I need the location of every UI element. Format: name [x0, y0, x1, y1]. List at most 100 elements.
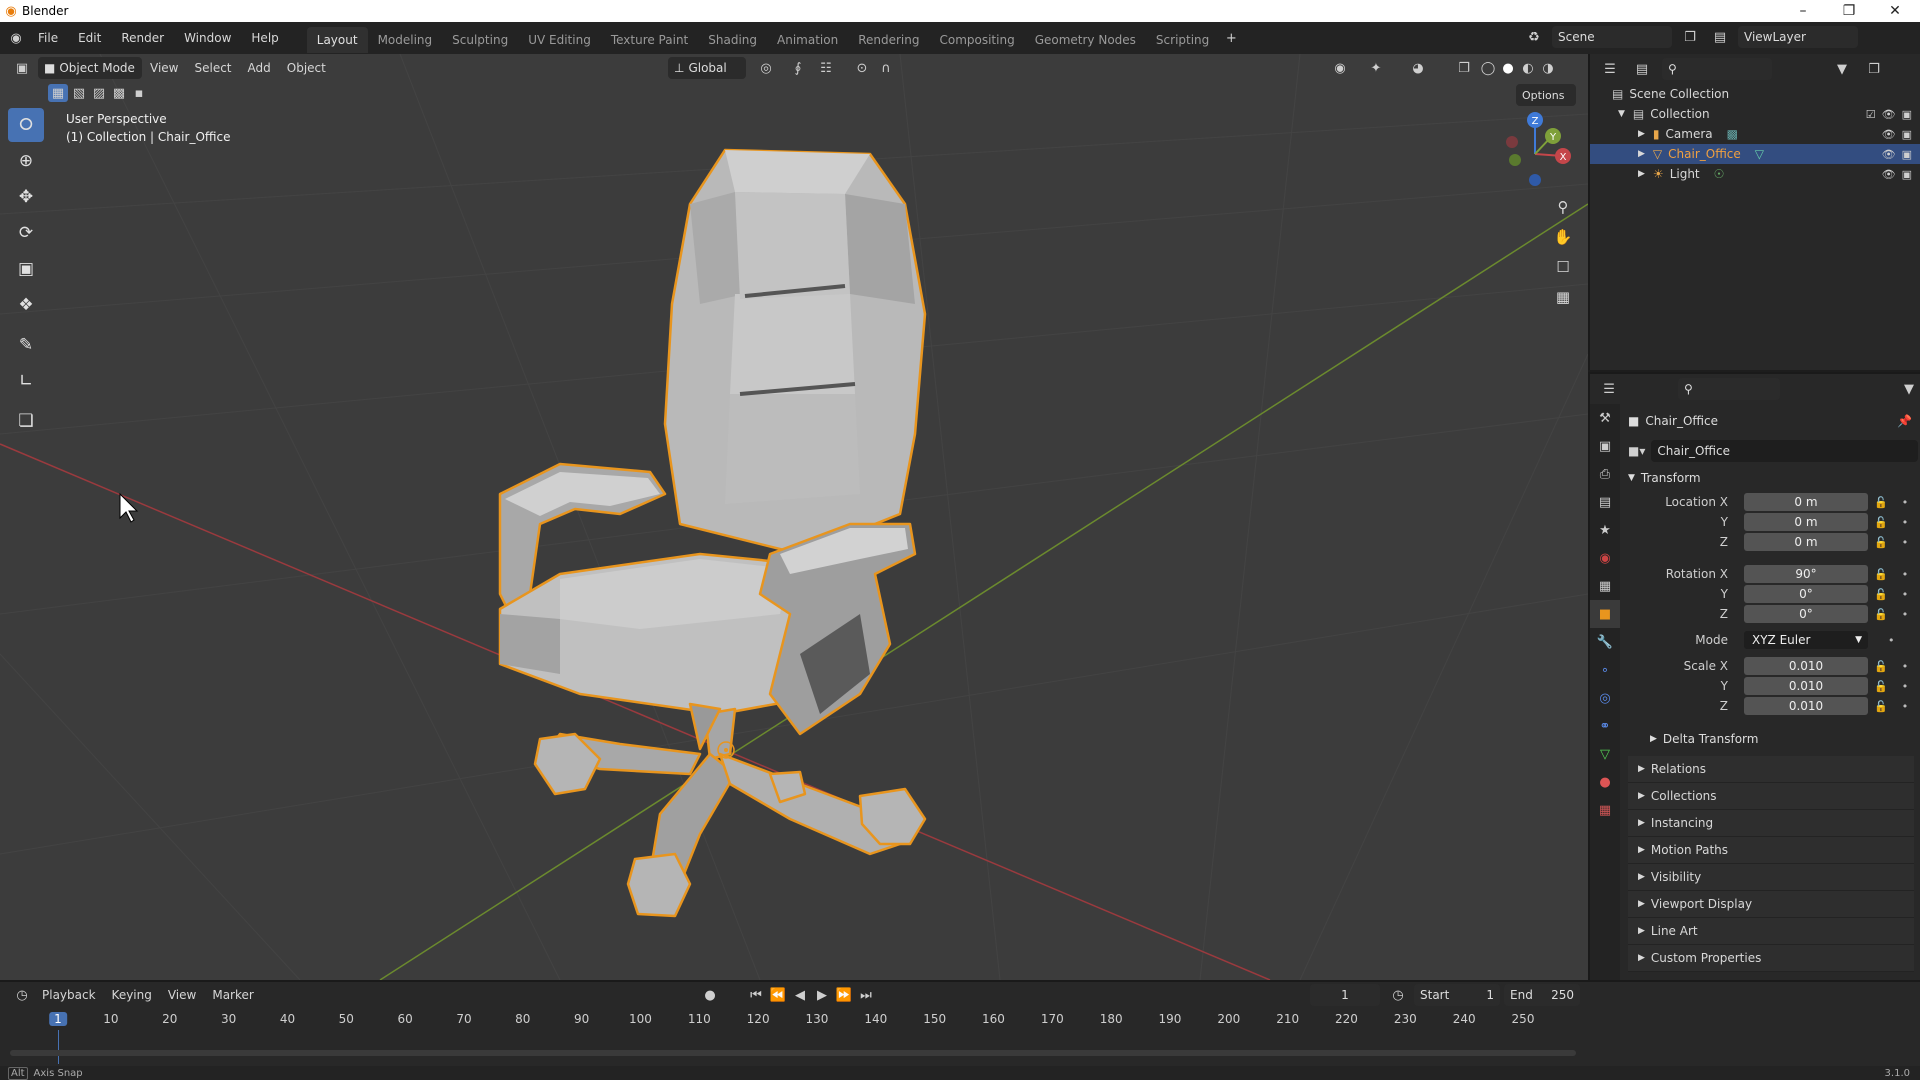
viewport-menu-select[interactable]: Select: [186, 57, 239, 79]
motion-paths-section[interactable]: ▶ Motion Paths: [1628, 837, 1914, 864]
outliner-search-input[interactable]: ⚲: [1662, 58, 1772, 80]
tab-rendering[interactable]: Rendering: [848, 27, 929, 53]
location-x-field[interactable]: 0 m: [1744, 493, 1868, 511]
mode-selector[interactable]: ■ Object Mode: [38, 57, 142, 79]
rotation-y-field[interactable]: 0°: [1744, 585, 1868, 603]
render-camera-icon[interactable]: ▣: [1902, 148, 1912, 161]
properties-search-input[interactable]: ⚲: [1678, 378, 1780, 400]
play-reverse-icon[interactable]: ◀: [790, 984, 810, 1006]
3d-viewport[interactable]: Z X Y ▣ ■ Object Mode View Select Add Ob…: [0, 54, 1588, 980]
move-icon[interactable]: ✥: [8, 180, 44, 214]
new-scene-icon[interactable]: ❐: [1678, 26, 1702, 48]
keyframe-dot-icon[interactable]: •: [1902, 568, 1909, 581]
annotate-icon[interactable]: ✎: [8, 328, 44, 362]
menu-render[interactable]: Render: [111, 22, 174, 54]
timeline-menu-playback[interactable]: Playback: [34, 984, 104, 1006]
eye-icon[interactable]: 👁: [1882, 148, 1896, 161]
options-button[interactable]: Options: [1516, 84, 1576, 106]
eye-icon[interactable]: 👁: [1882, 128, 1896, 141]
pin-icon[interactable]: 📌: [1897, 414, 1912, 428]
tab-geometry-nodes[interactable]: Geometry Nodes: [1025, 27, 1146, 53]
scale-icon[interactable]: ▣: [8, 252, 44, 286]
cursor-icon[interactable]: ⊕: [8, 144, 44, 178]
snap-icon[interactable]: ∮: [786, 57, 810, 79]
camera-view-icon[interactable]: ☐: [1548, 252, 1578, 282]
outliner-scene-collection[interactable]: ▤ Scene Collection: [1590, 84, 1920, 104]
perspective-toggle-icon[interactable]: ▦: [1548, 282, 1578, 312]
blender-menu-icon[interactable]: ◉: [4, 27, 28, 49]
transform-orientation-selector[interactable]: ⊥ Global: [668, 57, 746, 79]
minimize-icon[interactable]: –: [1782, 0, 1824, 22]
rotation-mode-select[interactable]: XYZ Euler ▼: [1744, 631, 1868, 649]
tool-tab-icon[interactable]: ⚒: [1590, 404, 1620, 432]
scale-y-field[interactable]: 0.010: [1744, 677, 1868, 695]
menu-edit[interactable]: Edit: [68, 22, 111, 54]
chevron-right-icon[interactable]: ▶: [1638, 129, 1645, 139]
new-collection-icon[interactable]: ❐: [1862, 58, 1886, 80]
outliner-editor-type-icon[interactable]: ☰: [1598, 58, 1622, 80]
close-icon[interactable]: ✕: [1874, 0, 1916, 22]
location-y-field[interactable]: 0 m: [1744, 513, 1868, 531]
add-cube-icon[interactable]: ❏: [8, 404, 44, 438]
keyframe-dot-icon[interactable]: •: [1902, 660, 1909, 673]
chevron-right-icon[interactable]: ▶: [1638, 169, 1645, 179]
relations-section[interactable]: ▶ Relations: [1628, 756, 1914, 783]
frame-ruler[interactable]: 1 10 20 30 40 50 60 70 80 90 100 110 120 130 140 150 160…: [0, 1012, 1590, 1064]
end-frame-field[interactable]: End 250: [1504, 984, 1580, 1006]
lock-icon[interactable]: 🔓: [1874, 536, 1888, 549]
select-subtract-icon[interactable]: ▨: [90, 84, 108, 102]
line-art-section[interactable]: ▶ Line Art: [1628, 918, 1914, 945]
lock-icon[interactable]: 🔓: [1874, 568, 1888, 581]
eye-icon[interactable]: 👁: [1882, 108, 1896, 121]
zoom-icon[interactable]: ⚲: [1548, 192, 1578, 222]
xray-icon[interactable]: ❐: [1452, 57, 1476, 79]
rotation-z-field[interactable]: 0°: [1744, 605, 1868, 623]
collections-section[interactable]: ▶ Collections: [1628, 783, 1914, 810]
tab-layout[interactable]: Layout: [306, 27, 368, 53]
tab-animation[interactable]: Animation: [767, 27, 848, 53]
auto-keying-icon[interactable]: ●: [698, 984, 722, 1006]
tab-scripting[interactable]: Scripting: [1146, 27, 1219, 53]
filter-icon[interactable]: ▼: [1830, 58, 1854, 80]
render-camera-icon[interactable]: ▣: [1902, 128, 1912, 141]
chevron-right-icon[interactable]: ▶: [1638, 149, 1645, 159]
pivot-point-icon[interactable]: ◎: [754, 57, 778, 79]
rendered-shading-icon[interactable]: ◑: [1536, 57, 1560, 79]
instancing-section[interactable]: ▶ Instancing: [1628, 810, 1914, 837]
keyframe-dot-icon[interactable]: •: [1902, 496, 1909, 509]
select-intersect-icon[interactable]: ▪: [130, 84, 148, 102]
view-layer-selector[interactable]: ViewLayer: [1738, 26, 1858, 48]
proportional-editing-icon[interactable]: ⊙: [850, 57, 874, 79]
lock-icon[interactable]: 🔓: [1874, 680, 1888, 693]
lock-icon[interactable]: 🔓: [1874, 496, 1888, 509]
jump-end-icon[interactable]: ⏭: [856, 984, 876, 1006]
outliner-item-chair-office[interactable]: ▶ ▽ Chair_Office ▽ 👁 ▣: [1590, 144, 1920, 164]
play-icon[interactable]: ▶: [812, 984, 832, 1006]
transform-icon[interactable]: ❖: [8, 288, 44, 322]
tab-shading[interactable]: Shading: [698, 27, 767, 53]
visibility-section[interactable]: ▶ Visibility: [1628, 864, 1914, 891]
rotation-x-field[interactable]: 90°: [1744, 565, 1868, 583]
keyframe-dot-icon[interactable]: •: [1902, 700, 1909, 713]
tab-compositing[interactable]: Compositing: [929, 27, 1024, 53]
current-frame-field[interactable]: 1: [1310, 984, 1380, 1006]
overlays-icon[interactable]: ◕: [1406, 57, 1430, 79]
render-camera-icon[interactable]: ▣: [1902, 108, 1912, 121]
keyframe-dot-icon[interactable]: •: [1902, 588, 1909, 601]
viewport-display-section[interactable]: ▶ Viewport Display: [1628, 891, 1914, 918]
keyframe-dot-icon[interactable]: •: [1902, 516, 1909, 529]
maximize-icon[interactable]: ❐: [1828, 0, 1870, 22]
keyframe-dot-icon[interactable]: •: [1888, 634, 1895, 647]
timeline-menu-keying[interactable]: Keying: [104, 984, 160, 1006]
render-camera-icon[interactable]: ▣: [1902, 168, 1912, 181]
editor-type-icon[interactable]: ▣: [10, 57, 34, 79]
object-type-dropdown-icon[interactable]: ■▾: [1628, 444, 1645, 458]
select-extend-icon[interactable]: ▧: [70, 84, 88, 102]
tab-modeling[interactable]: Modeling: [368, 27, 443, 53]
playhead-line[interactable]: [58, 1030, 59, 1064]
menu-help[interactable]: Help: [241, 22, 288, 54]
location-z-field[interactable]: 0 m: [1744, 533, 1868, 551]
prev-keyframe-icon[interactable]: ⏪: [768, 984, 788, 1006]
preview-range-icon[interactable]: ◷: [1386, 984, 1410, 1006]
lock-icon[interactable]: 🔓: [1874, 608, 1888, 621]
